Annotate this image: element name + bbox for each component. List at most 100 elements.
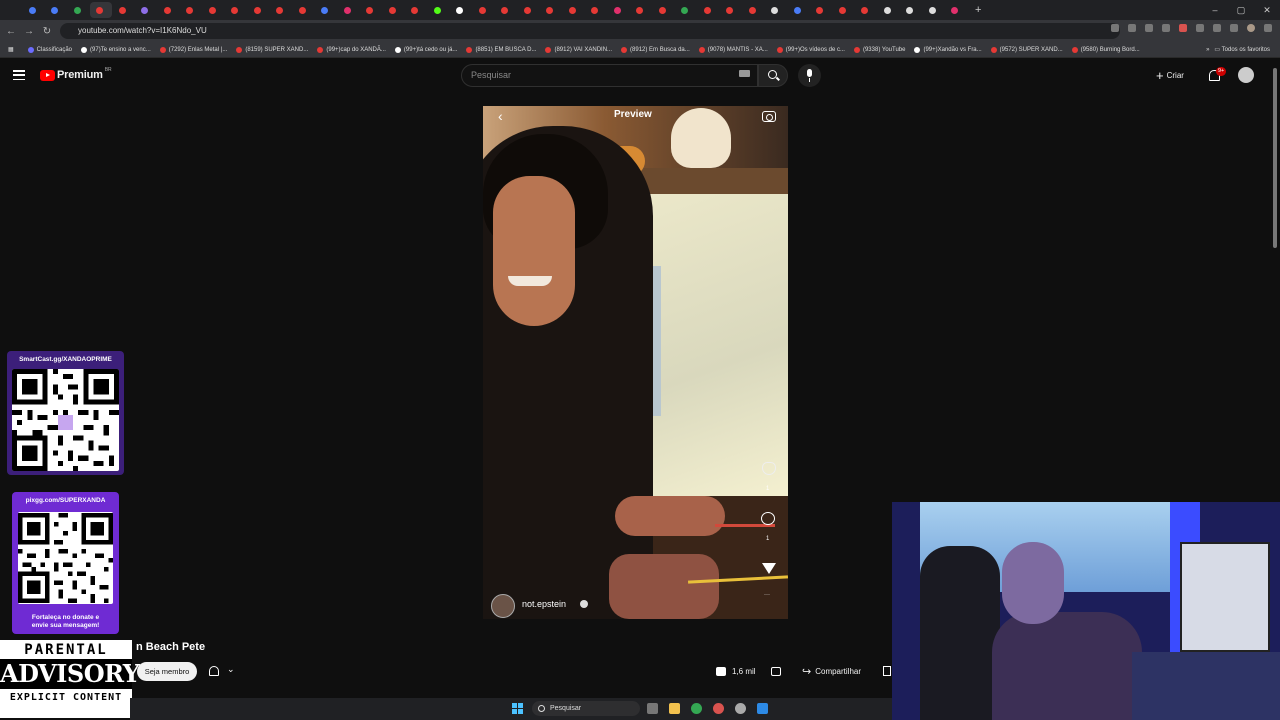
browser-tab[interactable]: [247, 2, 270, 18]
bookmark-item[interactable]: (99+)Xandão vs Fra...: [914, 46, 982, 53]
browser-tab[interactable]: [675, 2, 698, 18]
browser-tab[interactable]: [742, 2, 765, 18]
maximize-icon[interactable]: ▢: [1228, 5, 1254, 16]
subscription-bell-icon[interactable]: [209, 666, 219, 676]
browser-tab[interactable]: [495, 2, 518, 18]
zoom-icon[interactable]: [1128, 24, 1136, 32]
browser-tab[interactable]: [450, 2, 473, 18]
browser-tab[interactable]: [585, 2, 608, 18]
browser-tab[interactable]: [922, 2, 945, 18]
forward-icon[interactable]: →: [20, 26, 38, 37]
bookmark-item[interactable]: (9572) SUPER XAND...: [990, 46, 1063, 53]
dislike-thumbs-down-icon[interactable]: [771, 667, 781, 676]
bookmark-item[interactable]: (9580) Burning Bord...: [1071, 46, 1140, 53]
send-share-icon[interactable]: [762, 563, 776, 574]
browser-tab[interactable]: [787, 2, 810, 18]
browser-tab[interactable]: [720, 2, 743, 18]
bookmark-item[interactable]: (8912) VAI XANDIN...: [545, 46, 612, 53]
bookmark-item[interactable]: (99+)Os vídeos de c...: [776, 46, 845, 53]
comment-icon[interactable]: [761, 512, 775, 525]
browser-tab[interactable]: [45, 2, 68, 18]
preview-back-icon[interactable]: ‹: [498, 108, 503, 124]
app-icon-blue[interactable]: [757, 703, 768, 714]
browser-tab[interactable]: [112, 2, 135, 18]
browser-tab[interactable]: [157, 2, 180, 18]
bookmark-item[interactable]: (97)Te ensino a venc...: [81, 46, 151, 53]
browser-tab[interactable]: [472, 2, 495, 18]
browser-tab[interactable]: [900, 2, 923, 18]
share-page-icon[interactable]: [1145, 24, 1153, 32]
browser-tab[interactable]: [22, 2, 45, 18]
browser-tab-active[interactable]: [89, 2, 112, 18]
settings-gear-icon[interactable]: [735, 703, 746, 714]
browser-tab[interactable]: [315, 2, 338, 18]
browser-tab[interactable]: [135, 2, 158, 18]
browser-tab[interactable]: [67, 2, 90, 18]
browser-tab[interactable]: [855, 2, 878, 18]
bookmark-item[interactable]: (99+)tá cedo ou já...: [394, 46, 457, 53]
new-tab-button[interactable]: +: [967, 2, 990, 18]
scrollbar-thumb[interactable]: [1273, 68, 1277, 248]
extension-icon[interactable]: [1179, 24, 1187, 32]
browser-tab[interactable]: [292, 2, 315, 18]
file-explorer-icon[interactable]: [669, 703, 680, 714]
join-membership-button[interactable]: Seja membro: [137, 662, 197, 681]
bookmark-item[interactable]: (8159) SUPER XAND...: [236, 46, 308, 53]
minimize-icon[interactable]: –: [1202, 5, 1228, 15]
chevron-down-icon[interactable]: ⌄: [227, 664, 235, 675]
browser-tab[interactable]: [360, 2, 383, 18]
chrome-icon[interactable]: [691, 703, 702, 714]
browser-tab[interactable]: [270, 2, 293, 18]
create-button[interactable]: + Criar: [1156, 68, 1184, 83]
tab-search-icon[interactable]: [1230, 24, 1238, 32]
app-icon-red[interactable]: [713, 703, 724, 714]
youtube-premium-logo[interactable]: Premium BR: [40, 67, 112, 81]
bookmark-item[interactable]: (9078) MANTIS - XA...: [698, 46, 768, 53]
browser-tab[interactable]: [765, 2, 788, 18]
cast-icon[interactable]: [1111, 24, 1119, 32]
account-avatar[interactable]: [1238, 67, 1254, 83]
apps-icon[interactable]: ▦: [8, 46, 14, 53]
user-avatar[interactable]: [491, 594, 515, 618]
taskbar-search[interactable]: Pesquisar: [532, 701, 640, 716]
browser-tab[interactable]: [607, 2, 630, 18]
bookmark-item[interactable]: (8851) EM BUSCA D...: [466, 46, 536, 53]
back-icon[interactable]: ←: [2, 26, 20, 37]
browser-tab[interactable]: [427, 2, 450, 18]
browser-tab[interactable]: [945, 2, 968, 18]
bookmark-item[interactable]: Classificação: [27, 46, 72, 53]
browser-tab[interactable]: [202, 2, 225, 18]
video-player[interactable]: [483, 106, 788, 619]
more-dots-icon[interactable]: ···: [764, 592, 770, 598]
reload-icon[interactable]: ↻: [38, 26, 56, 37]
task-view-icon[interactable]: [647, 703, 658, 714]
bookmark-star-icon[interactable]: [1162, 24, 1170, 32]
profile-avatar-icon[interactable]: [1247, 24, 1255, 32]
extensions-puzzle-icon[interactable]: [1196, 24, 1204, 32]
browser-tab[interactable]: [697, 2, 720, 18]
close-window-icon[interactable]: ✕: [1254, 5, 1280, 16]
browser-tab[interactable]: [517, 2, 540, 18]
camera-icon[interactable]: [762, 111, 776, 122]
sidepanel-icon[interactable]: [1213, 24, 1221, 32]
bookmark-item[interactable]: (7292) Enlas Metal |...: [159, 46, 227, 53]
browser-tab[interactable]: [652, 2, 675, 18]
browser-tab[interactable]: [832, 2, 855, 18]
browser-tab[interactable]: [382, 2, 405, 18]
share-button[interactable]: ↪ Compartilhar: [800, 662, 873, 681]
search-button[interactable]: [758, 64, 788, 87]
bookmark-item[interactable]: (8912) Em Busca da...: [621, 46, 690, 53]
address-bar[interactable]: youtube.com/watch?v=I1K6Ndo_VU: [60, 23, 1120, 39]
search-input[interactable]: Pesquisar: [461, 64, 758, 87]
bookmark-item[interactable]: (99+)cap do XANDÃ...: [317, 46, 386, 53]
browser-tab[interactable]: [630, 2, 653, 18]
like-button[interactable]: 1,6 mil: [709, 662, 763, 681]
browser-tab[interactable]: [540, 2, 563, 18]
all-bookmarks-folder[interactable]: » ▭ Todos os favoritos: [1206, 46, 1270, 53]
browser-tab[interactable]: [877, 2, 900, 18]
browser-tab[interactable]: [405, 2, 428, 18]
bookmark-item[interactable]: (9338) YouTube: [853, 46, 905, 53]
browser-tab[interactable]: [180, 2, 203, 18]
browser-tab[interactable]: [810, 2, 833, 18]
browser-tab[interactable]: [225, 2, 248, 18]
